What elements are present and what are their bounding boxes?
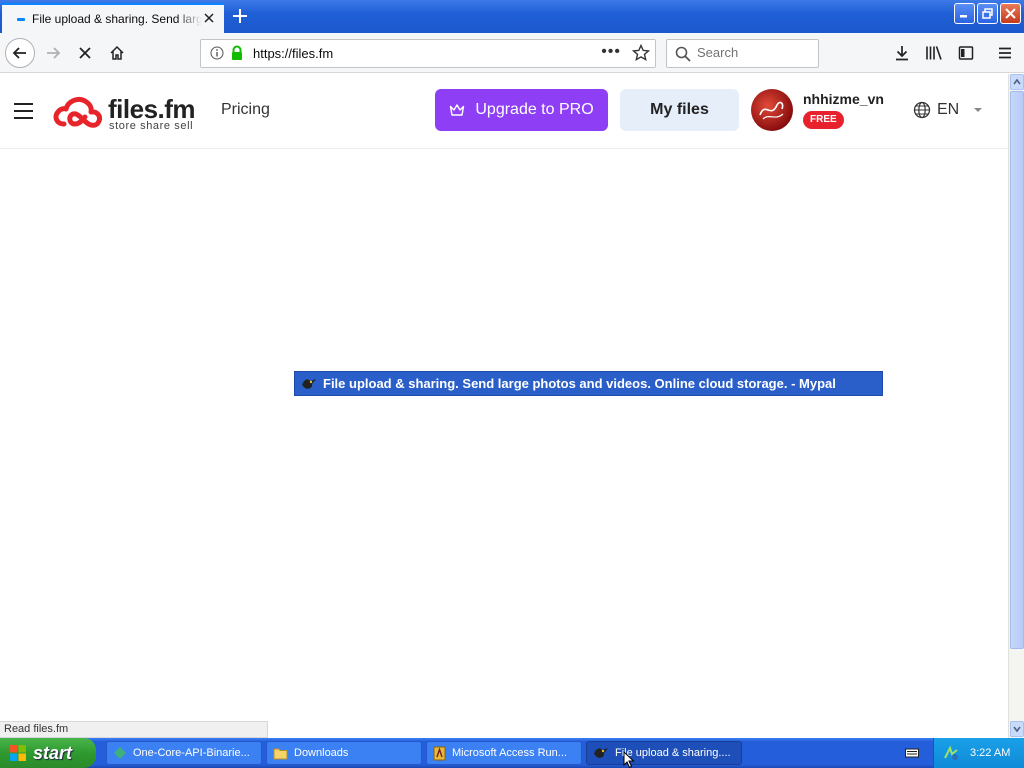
download-icon — [896, 46, 908, 61]
my-files-label: My files — [650, 101, 709, 118]
folder-icon — [273, 748, 288, 759]
stop-icon — [79, 47, 91, 59]
nav-pricing-link[interactable]: Pricing — [221, 101, 270, 119]
cloud-logo-icon — [53, 96, 102, 128]
git-icon — [114, 747, 126, 759]
arrow-down-icon — [1013, 726, 1021, 733]
page-actions-icon[interactable]: ••• — [601, 43, 621, 61]
globe-icon — [913, 101, 931, 119]
upgrade-label: Upgrade to PRO — [475, 101, 594, 118]
windows-logo-icon — [10, 745, 26, 761]
navigation-toolbar: https://files.fm ••• — [0, 33, 1024, 73]
site-header: files.fm store share sell Pricing Upgrad… — [0, 74, 1008, 149]
search-input[interactable] — [697, 45, 812, 60]
close-window-button[interactable] — [1000, 3, 1021, 24]
close-tab-icon[interactable] — [202, 11, 216, 25]
username[interactable]: nhhizme_vn — [803, 91, 884, 107]
taskbar-item-downloads[interactable]: Downloads — [266, 741, 422, 765]
tooltip-text: File upload & sharing. Send large photos… — [323, 376, 836, 391]
mouse-cursor-icon — [623, 751, 635, 768]
search-bar[interactable] — [666, 39, 819, 68]
tab-title: File upload & sharing. Send large photos… — [32, 12, 202, 26]
restore-button[interactable] — [977, 3, 998, 24]
scroll-up-button[interactable] — [1010, 74, 1024, 90]
home-button[interactable] — [103, 39, 131, 67]
keyboard-icon[interactable] — [905, 747, 919, 759]
address-bar[interactable]: https://files.fm ••• — [200, 39, 656, 68]
arrow-up-icon — [1013, 78, 1021, 85]
bookmark-star-icon[interactable] — [632, 44, 650, 62]
access-icon — [433, 746, 446, 760]
upgrade-to-pro-button[interactable]: Upgrade to PRO — [435, 89, 608, 131]
browser-tab-active[interactable]: File upload & sharing. Send large photos… — [2, 3, 224, 33]
taskbar-item-label: Downloads — [294, 747, 349, 759]
system-tray: 3:22 AM — [933, 738, 1024, 768]
back-button[interactable] — [5, 38, 35, 68]
taskbar: start One-Core-API-Binarie... Downloads … — [0, 738, 1024, 768]
tab-tooltip: File upload & sharing. Send large photos… — [294, 371, 883, 396]
taskbar-item-mypal[interactable]: File upload & sharing.... — [586, 741, 742, 765]
taskbar-item-access[interactable]: Microsoft Access Run... — [426, 741, 582, 765]
forward-arrow-icon — [47, 47, 61, 59]
window-controls — [954, 3, 1021, 24]
url-text[interactable]: https://files.fm — [253, 46, 333, 61]
home-icon — [110, 45, 124, 60]
downloads-button[interactable] — [888, 39, 916, 67]
taskbar-item-git[interactable]: One-Core-API-Binarie... — [106, 741, 262, 765]
vertical-scrollbar[interactable] — [1008, 74, 1024, 738]
back-arrow-icon — [12, 47, 26, 59]
info-icon[interactable] — [210, 46, 224, 60]
clock[interactable]: 3:22 AM — [970, 747, 1010, 759]
library-button[interactable] — [920, 39, 948, 67]
mypal-icon — [594, 748, 608, 758]
mypal-icon — [302, 378, 316, 389]
loading-indicator-icon — [17, 17, 25, 21]
site-logo[interactable]: files.fm store share sell — [52, 92, 202, 132]
site-menu-icon[interactable] — [14, 103, 33, 119]
search-icon — [675, 46, 691, 62]
language-label: EN — [937, 101, 960, 118]
taskbar-item-label: One-Core-API-Binarie... — [133, 747, 250, 759]
minimize-icon — [960, 15, 967, 18]
page-content: files.fm store share sell Pricing Upgrad… — [0, 74, 1008, 737]
restore-icon — [982, 8, 993, 19]
start-button[interactable]: start — [0, 738, 96, 768]
menu-button[interactable] — [991, 39, 1019, 67]
crown-icon — [450, 104, 465, 116]
stop-button[interactable] — [71, 39, 99, 67]
scroll-down-button[interactable] — [1010, 721, 1024, 737]
new-tab-icon[interactable] — [230, 6, 250, 26]
chevron-down-icon — [974, 108, 983, 112]
close-icon — [1005, 8, 1016, 19]
scroll-thumb[interactable] — [1010, 91, 1024, 649]
sidebar-button[interactable] — [952, 39, 980, 67]
browser-tab-strip: File upload & sharing. Send large photos… — [0, 0, 1024, 33]
lock-icon[interactable] — [230, 45, 244, 61]
forward-button[interactable] — [39, 39, 67, 67]
minimize-button[interactable] — [954, 3, 975, 24]
avatar-image-icon — [759, 101, 784, 120]
library-icon — [926, 46, 942, 60]
hamburger-menu-icon — [999, 47, 1011, 59]
start-label: start — [33, 742, 73, 763]
avatar[interactable] — [751, 89, 793, 131]
language-selector[interactable]: EN — [913, 101, 985, 119]
sidebar-icon — [958, 46, 974, 60]
plan-badge: FREE — [803, 111, 844, 129]
my-files-button[interactable]: My files — [620, 89, 739, 131]
brand-tagline: store share sell — [109, 120, 194, 132]
taskbar-item-label: Microsoft Access Run... — [452, 747, 567, 759]
status-bar: Read files.fm — [0, 721, 268, 738]
network-icon[interactable] — [943, 745, 959, 761]
